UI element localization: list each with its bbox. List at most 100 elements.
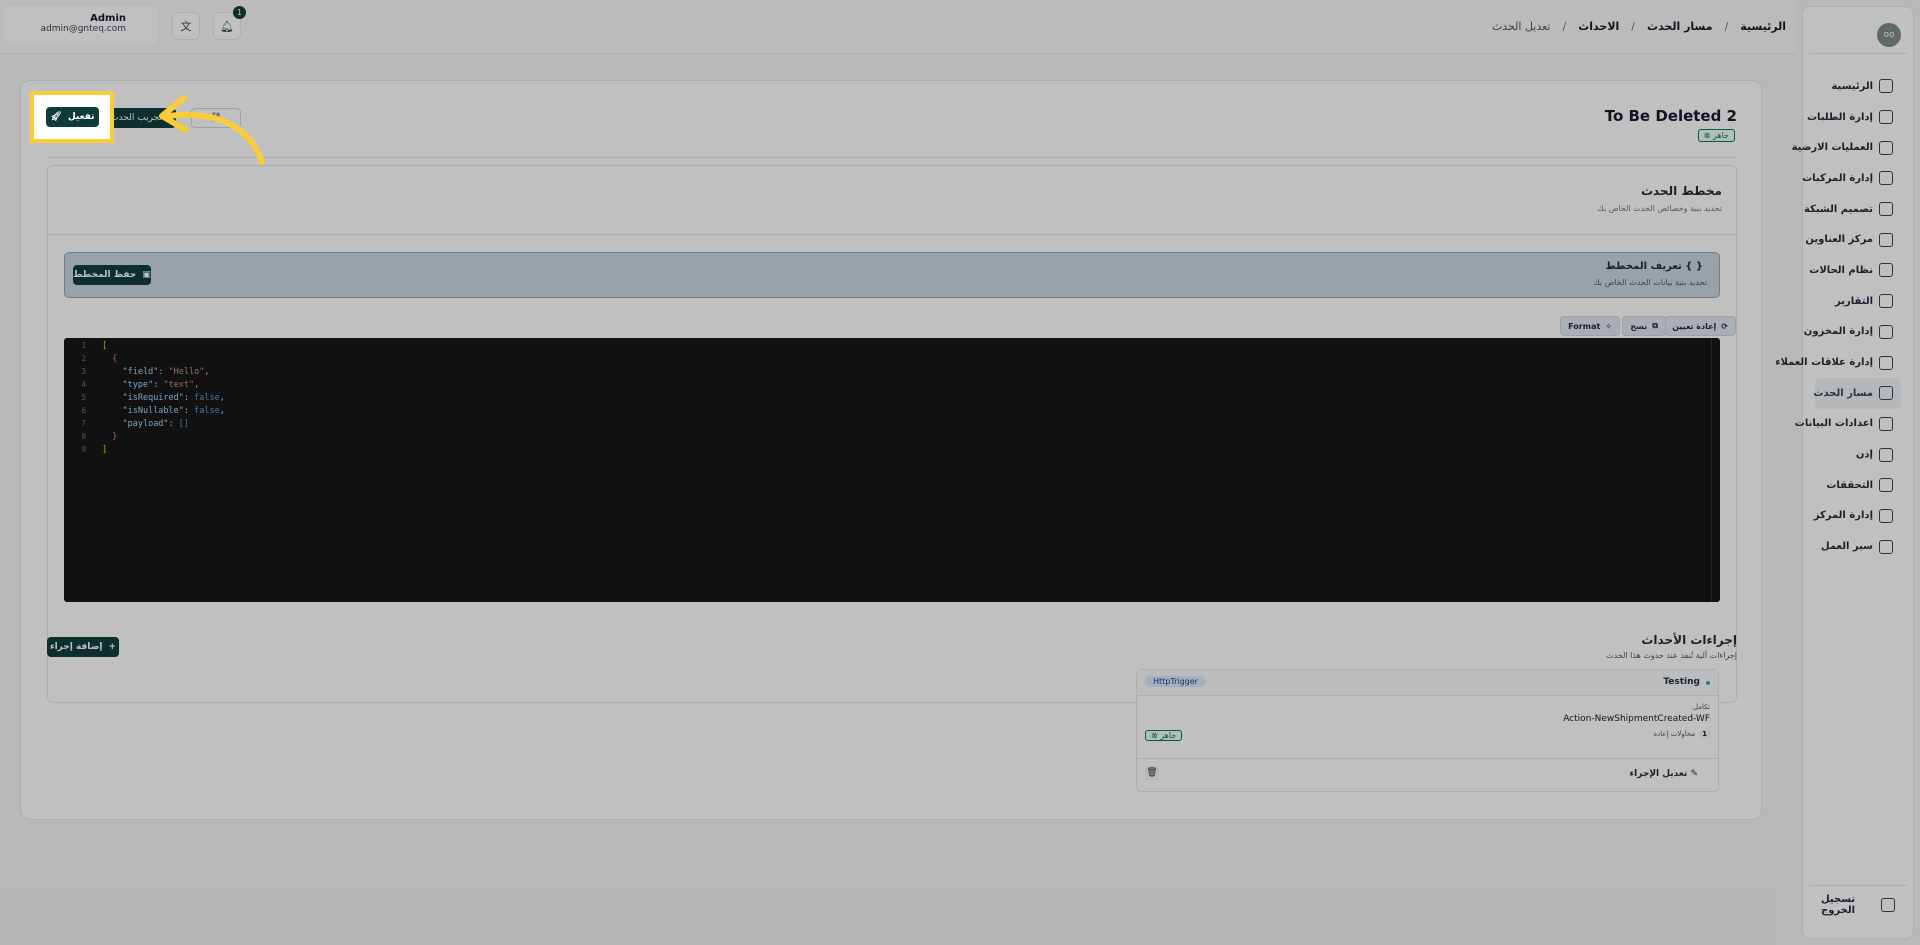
status-icon	[1879, 263, 1893, 278]
logout-label: تسجيل الخروج	[1821, 894, 1856, 916]
retry-count: 1	[1699, 730, 1710, 738]
pencil-icon: ✎	[1690, 769, 1698, 779]
database-icon	[1879, 416, 1893, 431]
sidebar-item-ground-ops[interactable]: العمليات الارضية	[1792, 132, 1901, 163]
route-icon	[1879, 386, 1893, 401]
breadcrumb-event-route[interactable]: مسار الحدث	[1647, 20, 1713, 33]
sidebar-item-label: التقارير	[1835, 295, 1873, 307]
rocket-icon: 🚀︎	[50, 112, 62, 122]
format-button[interactable]: Format ✧	[1560, 316, 1620, 336]
action-card-header: HttpTrigger Testing	[1137, 670, 1718, 696]
breadcrumb: الرئيسية / مسار الحدث / الاحداث / تعديل …	[1491, 20, 1786, 33]
sidebar-item-crm[interactable]: إدارة علاقات العملاء	[1775, 347, 1901, 378]
bell-icon: 🔔︎	[220, 19, 234, 33]
sidebar: oo الرئيسية إدارة الطلبات العمليات الارضية…	[1775, 6, 1914, 939]
sidebar-item-database[interactable]: اعدادات البيانات	[1795, 409, 1901, 440]
action-integration-value: Action-NewShipmentCreated-WF	[1563, 714, 1710, 724]
header-divider	[47, 157, 1737, 158]
sidebar-item-inventory[interactable]: إدارة المخزون	[1804, 317, 1901, 348]
actions-subtitle: إجراءات آلية تُنفذ عند حدوث هذا الحدث	[1606, 651, 1737, 660]
network-icon	[1879, 202, 1893, 217]
schema-definition-title: تعريف المخطط { }	[1605, 261, 1703, 272]
reset-button[interactable]: إعادة تعيين ⟳	[1664, 316, 1736, 336]
trash-icon[interactable]: 🗑︎	[1145, 766, 1159, 780]
sidebar-item-users[interactable]: إذن	[1815, 439, 1901, 470]
notification-count-badge: 1	[233, 6, 246, 19]
save-icon: ▣	[142, 270, 151, 280]
line-number: 4	[81, 380, 86, 389]
line-number: 8	[81, 432, 86, 441]
sidebar-item-label: إذن	[1855, 449, 1873, 461]
user-menu[interactable]: Admin admin@gnteq.com	[4, 6, 158, 44]
sidebar-item-label: مركز العناوين	[1805, 234, 1873, 246]
action-card: HttpTrigger Testing تكامل Action-NewShip…	[1136, 669, 1719, 792]
sidebar-item-hub[interactable]: إدارة المركز	[1813, 501, 1901, 532]
sidebar-item-route[interactable]: مسار الحدث	[1813, 377, 1901, 409]
translate-icon[interactable]: 文	[172, 12, 200, 40]
breadcrumb-home[interactable]: الرئيسية	[1740, 20, 1786, 33]
sidebar-item-tools[interactable]: التحققات	[1815, 470, 1901, 501]
plus-icon: +	[108, 642, 117, 652]
activate-button-highlighted[interactable]: 🚀︎ تفعيل	[46, 107, 99, 127]
code-editor[interactable]: 1[2 {3 "field": "Hello", 4 "type": "text"…	[64, 338, 1720, 602]
notifications-button[interactable]: 🔔︎ 1	[213, 6, 246, 40]
address-icon	[1879, 232, 1893, 247]
copy-button[interactable]: نسخ ⧉	[1622, 316, 1666, 336]
code-line: 8 }	[64, 430, 1720, 443]
event-editor-card: To Be Deleted 2 ⊗ جاهز 🚀︎ تفعيل تجريب ال…	[20, 80, 1762, 820]
sidebar-item-label: الرئيسية	[1831, 80, 1873, 92]
sidebar-divider	[1809, 885, 1907, 886]
code-line: 5 "isRequired": false,	[64, 391, 1720, 404]
sidebar-item-label: اعدادات البيانات	[1794, 418, 1873, 430]
sidebar-item-workflow[interactable]: سير العمل	[1815, 531, 1901, 562]
action-type-label: تكامل	[1693, 703, 1710, 711]
sparkle-icon: ✧	[1605, 321, 1612, 331]
sidebar-item-label: إدارة علاقات العملاء	[1775, 357, 1873, 369]
line-number: 6	[81, 406, 86, 415]
tools-icon	[1879, 478, 1893, 493]
logout-button[interactable]: تسجيل الخروج	[1803, 894, 1913, 916]
line-number: 2	[81, 354, 86, 363]
retry-info: محاولات إعادة 1	[1653, 730, 1710, 738]
schema-section: مخطط الحدث تحديد بنية وخصائص الحدث الخاص…	[47, 165, 1737, 703]
sidebar-item-address[interactable]: مركز العناوين	[1805, 224, 1901, 255]
sidebar-item-orders[interactable]: إدارة الطلبات	[1807, 102, 1901, 133]
orders-icon	[1879, 110, 1893, 125]
chart-icon	[1879, 294, 1893, 309]
code-text: {	[102, 353, 118, 364]
tutorial-arrow-icon	[159, 95, 265, 165]
sidebar-divider	[1809, 53, 1907, 54]
users-icon	[1879, 447, 1893, 462]
hub-icon	[1879, 508, 1893, 523]
page-title: To Be Deleted 2	[1604, 107, 1737, 125]
sidebar-item-label: مسار الحدث	[1813, 387, 1873, 399]
code-line: 4 "type": "text",	[64, 378, 1720, 391]
trigger-badge: HttpTrigger	[1145, 676, 1206, 687]
code-line: 2 {	[64, 352, 1720, 365]
breadcrumb-events[interactable]: الاحداث	[1578, 20, 1619, 33]
sidebar-item-network[interactable]: تصميم الشبكة	[1804, 194, 1901, 225]
code-line: 6 "isNullable": false,	[64, 404, 1720, 417]
code-text: "type": "text",	[122, 379, 200, 390]
add-action-button[interactable]: إضافة إجراء +	[47, 637, 119, 657]
inventory-icon	[1879, 324, 1893, 339]
save-schema-button[interactable]: حفظ المخطط ▣	[73, 265, 151, 285]
app-logo: oo	[1877, 23, 1901, 47]
sidebar-item-label: إدارة المخزون	[1803, 326, 1873, 338]
sidebar-item-status[interactable]: نظام الحالات	[1809, 255, 1901, 286]
sidebar-item-chart[interactable]: التقارير	[1815, 286, 1901, 317]
truck-icon	[1879, 171, 1893, 186]
code-text: ]	[102, 444, 108, 455]
schema-subtitle: تحديد بنية وخصائص الحدث الخاص بك	[1597, 204, 1722, 213]
code-text: "isNullable": false,	[122, 405, 225, 416]
sidebar-item-label: التحققات	[1826, 479, 1873, 491]
line-number: 5	[81, 393, 86, 402]
sidebar-item-label: إدارة المركز	[1813, 510, 1873, 522]
code-text: }	[102, 431, 118, 442]
sidebar-item-dashboard[interactable]: الرئيسية	[1815, 71, 1901, 102]
action-name: Testing	[1663, 677, 1700, 687]
code-text: "isRequired": false,	[122, 392, 225, 403]
edit-action-button[interactable]: تعديل الإجراء ✎	[1630, 769, 1704, 779]
editor-scrollbar[interactable]	[1711, 338, 1712, 602]
sidebar-item-truck[interactable]: إدارة المركبات	[1802, 163, 1901, 194]
